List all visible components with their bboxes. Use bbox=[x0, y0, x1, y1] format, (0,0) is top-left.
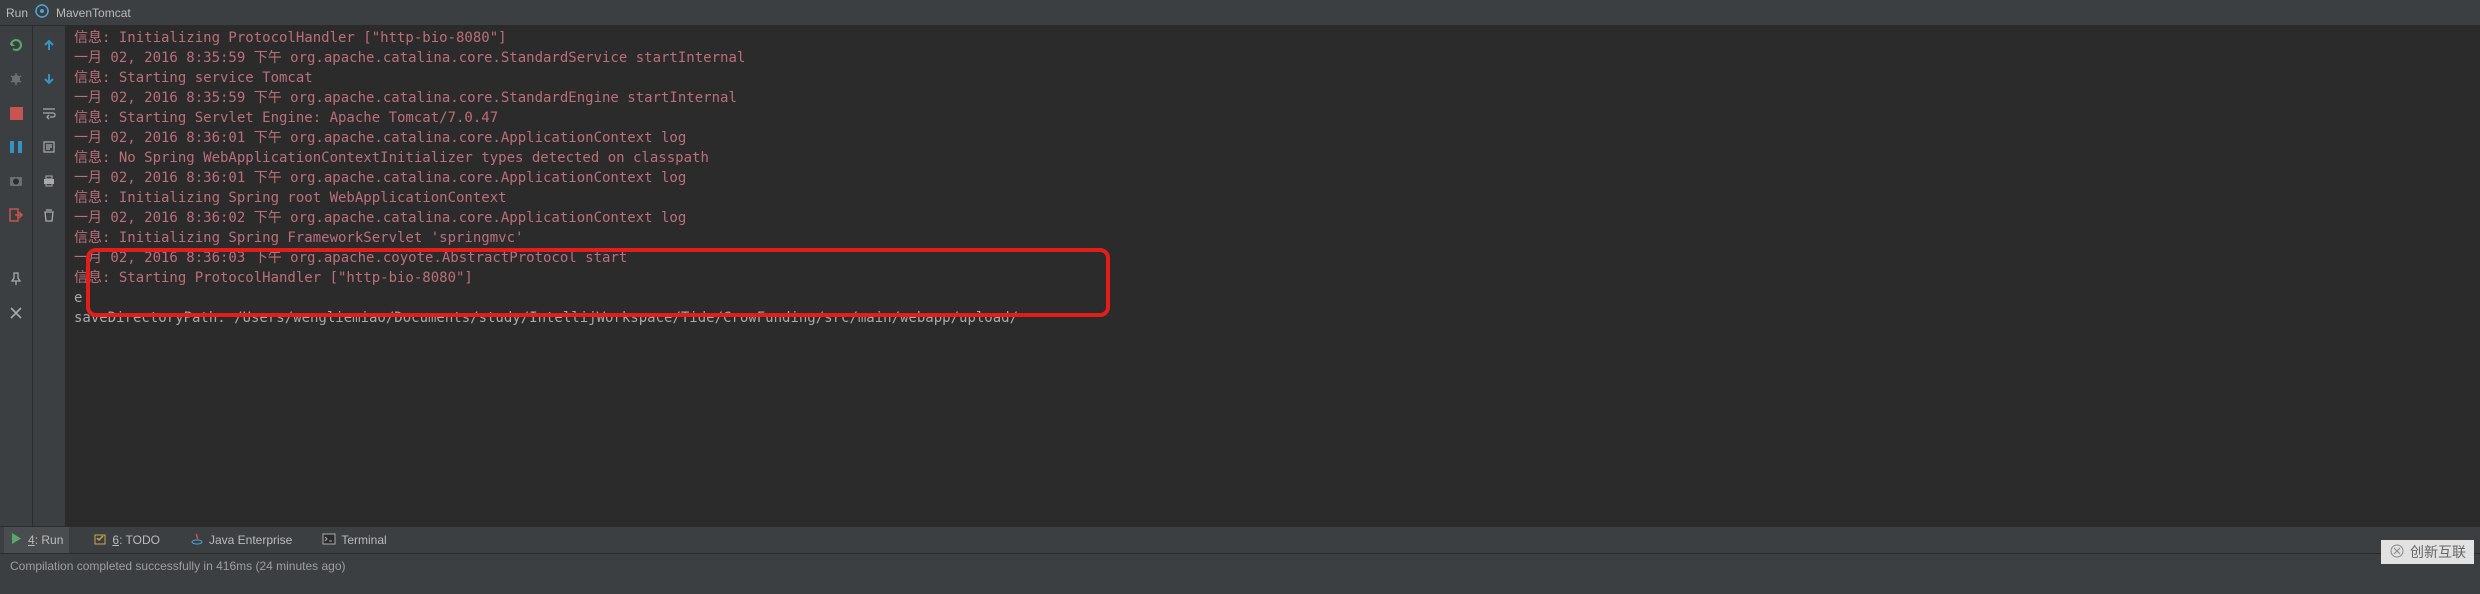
clear-all-button[interactable] bbox=[38, 204, 60, 226]
up-arrow-button[interactable] bbox=[38, 34, 60, 56]
watermark-icon bbox=[2389, 543, 2405, 562]
console-line: 一月 02, 2016 8:35:59 下午 org.apache.catali… bbox=[74, 88, 2472, 108]
watermark-text: 创新互联 bbox=[2410, 542, 2466, 562]
close-button[interactable] bbox=[5, 302, 27, 324]
down-arrow-button[interactable] bbox=[38, 68, 60, 90]
console-line: 信息: Starting Servlet Engine: Apache Tomc… bbox=[74, 108, 2472, 128]
console-line: 信息: Starting service Tomcat bbox=[74, 68, 2472, 88]
second-toolbar bbox=[33, 26, 66, 526]
console-line: 信息: Starting ProtocolHandler ["http-bio-… bbox=[74, 268, 2472, 288]
console-line: 信息: No Spring WebApplicationContextIniti… bbox=[74, 148, 2472, 168]
tab-run-label: : Run bbox=[35, 533, 64, 547]
left-toolbar bbox=[0, 26, 33, 526]
terminal-icon bbox=[322, 532, 336, 549]
console-line: 一月 02, 2016 8:36:03 下午 org.apache.coyote… bbox=[74, 248, 2472, 268]
run-label: Run bbox=[6, 6, 28, 20]
status-bar: Compilation completed successfully in 41… bbox=[0, 554, 2480, 578]
console-line: 信息: Initializing ProtocolHandler ["http-… bbox=[74, 28, 2472, 48]
exit-button[interactable] bbox=[5, 204, 27, 226]
stop-button[interactable] bbox=[5, 102, 27, 124]
run-config-name: MavenTomcat bbox=[56, 6, 131, 20]
pause-button[interactable] bbox=[5, 136, 27, 158]
console-output[interactable]: 信息: Initializing ProtocolHandler ["http-… bbox=[66, 26, 2480, 526]
tomcat-run-icon bbox=[34, 3, 50, 22]
tab-terminal-label: Terminal bbox=[341, 533, 386, 547]
bottom-tabs: 4: Run 6: TODO Java Enterprise Terminal bbox=[0, 526, 2480, 554]
soft-wrap-button[interactable] bbox=[38, 102, 60, 124]
todo-icon bbox=[93, 532, 107, 549]
dump-threads-button[interactable] bbox=[5, 170, 27, 192]
tab-todo-label: : TODO bbox=[119, 533, 160, 547]
tab-java-label: Java Enterprise bbox=[209, 533, 292, 547]
console-line: 信息: Initializing Spring root WebApplicat… bbox=[74, 188, 2472, 208]
console-line: saveDirectoryPath: /Users/wengliemiao/Do… bbox=[74, 308, 2472, 328]
status-text: Compilation completed successfully in 41… bbox=[10, 559, 346, 573]
pin-button[interactable] bbox=[5, 268, 27, 290]
tab-java-enterprise[interactable]: Java Enterprise bbox=[184, 527, 298, 553]
console-line: 一月 02, 2016 8:36:02 下午 org.apache.catali… bbox=[74, 208, 2472, 228]
console-line: e bbox=[74, 288, 2472, 308]
print-button[interactable] bbox=[38, 170, 60, 192]
console-line: 一月 02, 2016 8:36:01 下午 org.apache.catali… bbox=[74, 168, 2472, 188]
tab-todo[interactable]: 6: TODO bbox=[87, 527, 166, 553]
console-line: 一月 02, 2016 8:35:59 下午 org.apache.catali… bbox=[74, 48, 2472, 68]
watermark: 创新互联 bbox=[2381, 540, 2474, 564]
debug-button[interactable] bbox=[5, 68, 27, 90]
tab-terminal[interactable]: Terminal bbox=[316, 527, 392, 553]
console-line: 信息: Initializing Spring FrameworkServlet… bbox=[74, 228, 2472, 248]
tab-run[interactable]: 4: Run bbox=[4, 527, 69, 553]
run-header: Run MavenTomcat bbox=[0, 0, 2480, 26]
console-line: 一月 02, 2016 8:36:01 下午 org.apache.catali… bbox=[74, 128, 2472, 148]
main-area: 信息: Initializing ProtocolHandler ["http-… bbox=[0, 26, 2480, 526]
rerun-button[interactable] bbox=[5, 34, 27, 56]
tab-run-num: 4 bbox=[28, 533, 35, 547]
java-icon bbox=[190, 532, 204, 549]
scroll-to-end-button[interactable] bbox=[38, 136, 60, 158]
play-icon bbox=[10, 532, 23, 548]
